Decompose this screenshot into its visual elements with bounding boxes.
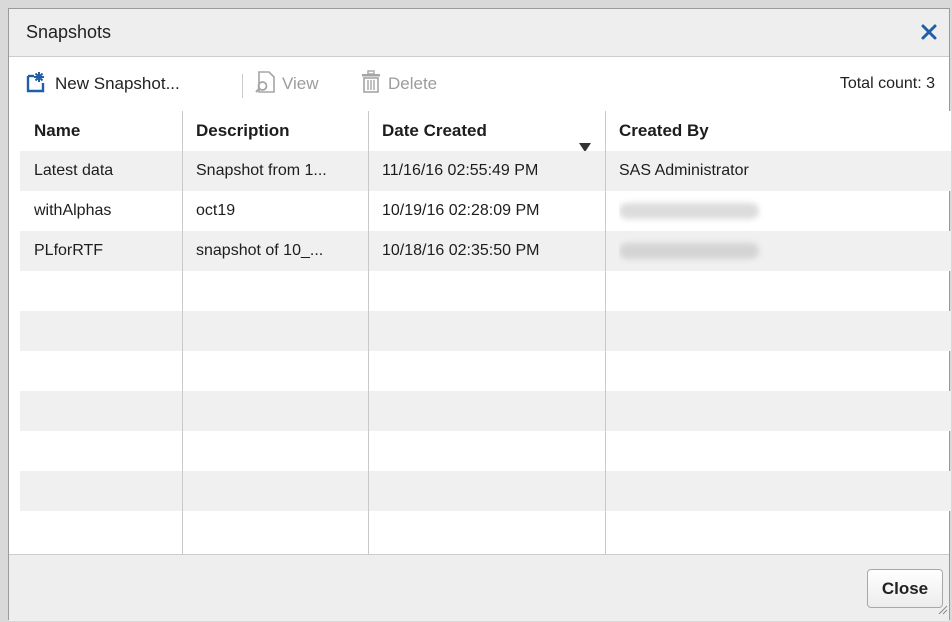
empty-row xyxy=(20,351,951,391)
cell-description: snapshot of 10_... xyxy=(196,242,324,259)
column-divider[interactable] xyxy=(182,111,183,554)
snapshots-table: Name Description Date Created Created By… xyxy=(20,111,951,554)
cell-created-by: SAS Administrator xyxy=(619,162,749,179)
empty-row xyxy=(20,311,951,351)
column-header-created-by[interactable]: Created By xyxy=(605,111,951,151)
resize-grip-icon[interactable] xyxy=(936,602,948,620)
cell-name: withAlphas xyxy=(34,202,112,219)
table-row[interactable]: Latest data Snapshot from 1... 11/16/16 … xyxy=(20,151,951,191)
close-icon[interactable] xyxy=(917,18,941,44)
toolbar: New Snapshot... View Delete Total count:… xyxy=(9,57,949,111)
table-row[interactable]: withAlphas oct19 10/19/16 02:28:09 PM xyxy=(20,191,951,231)
new-snapshot-button[interactable]: New Snapshot... xyxy=(25,71,180,97)
empty-row xyxy=(20,431,951,471)
column-header-date-created[interactable]: Date Created xyxy=(368,111,605,152)
cell-name: Latest data xyxy=(34,162,114,179)
cell-created-by-redacted xyxy=(605,231,951,271)
cell-date-created: 10/19/16 02:28:09 PM xyxy=(382,202,540,219)
close-button[interactable]: Close xyxy=(867,569,943,608)
delete-button[interactable]: Delete xyxy=(360,69,438,99)
dialog-title: Snapshots xyxy=(26,22,112,42)
cell-name: PLforRTF xyxy=(34,242,104,259)
empty-row xyxy=(20,471,951,511)
cell-description: oct19 xyxy=(196,202,236,219)
snapshots-dialog: Snapshots New Snapshot... View Delete To… xyxy=(8,8,951,621)
dialog-footer: Close xyxy=(9,554,949,621)
column-header-description[interactable]: Description xyxy=(182,111,368,151)
toolbar-separator xyxy=(242,74,243,98)
column-header-label: Created By xyxy=(619,121,709,140)
cell-created-by-redacted xyxy=(605,191,951,231)
dialog-title-bar[interactable]: Snapshots xyxy=(9,9,949,57)
column-header-name[interactable]: Name xyxy=(20,111,182,151)
table-row[interactable]: PLforRTF snapshot of 10_... 10/18/16 02:… xyxy=(20,231,951,271)
column-divider[interactable] xyxy=(368,111,369,554)
new-snapshot-icon xyxy=(25,71,55,98)
empty-row xyxy=(20,391,951,431)
cell-date-created: 10/18/16 02:35:50 PM xyxy=(382,242,540,259)
column-header-label: Date Created xyxy=(382,121,487,140)
total-count: Total count: 3 xyxy=(839,75,935,92)
cell-description: Snapshot from 1... xyxy=(196,162,327,179)
column-header-label: Name xyxy=(34,121,81,140)
view-label: View xyxy=(282,74,319,93)
view-icon xyxy=(254,70,282,99)
empty-row xyxy=(20,271,951,311)
empty-row xyxy=(20,511,951,551)
column-header-label: Description xyxy=(196,121,290,140)
view-button[interactable]: View xyxy=(254,70,319,99)
delete-icon xyxy=(360,69,388,99)
new-snapshot-label: New Snapshot... xyxy=(55,74,180,93)
table-header: Name Description Date Created Created By xyxy=(20,111,951,152)
cell-date-created: 11/16/16 02:55:49 PM xyxy=(382,162,539,179)
column-divider[interactable] xyxy=(605,111,606,554)
delete-label: Delete xyxy=(388,74,438,93)
